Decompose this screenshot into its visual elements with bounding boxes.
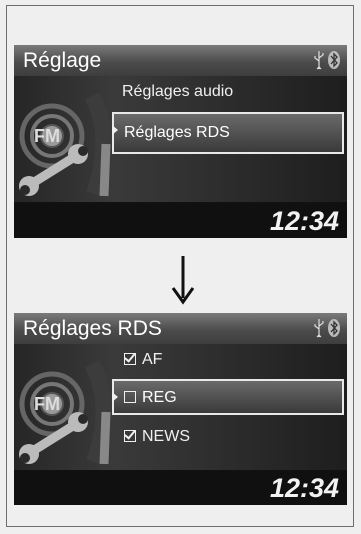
clock: 12:34 [269, 206, 339, 236]
selection-pointer-icon [112, 392, 118, 402]
checkbox-checked-icon[interactable] [124, 353, 136, 365]
settings-screen: Réglage FM Réglages audio Réglages RDS 1… [14, 45, 347, 238]
menu-item-label: Réglages RDS [124, 124, 230, 141]
bluetooth-icon [328, 51, 340, 69]
menu-item-rds-settings[interactable]: Réglages RDS [112, 112, 344, 154]
setup-icon-cluster: FM [19, 92, 112, 197]
usb-icon [314, 319, 324, 338]
option-reg[interactable]: REG [112, 379, 344, 415]
menu-item-audio-settings[interactable]: Réglages audio [122, 83, 233, 101]
checkbox-unchecked-icon[interactable] [124, 391, 136, 403]
checkbox-checked-icon[interactable] [124, 430, 136, 442]
option-af[interactable]: AF [124, 351, 162, 369]
down-arrow-icon [171, 256, 195, 305]
screen-title: Réglage [23, 49, 102, 72]
title-bar: Réglages RDS [14, 313, 347, 344]
clock-bar: 12:34 [14, 204, 347, 238]
fm-badge: FM [34, 126, 60, 146]
usb-icon [314, 51, 324, 70]
screen-title: Réglages RDS [23, 317, 162, 340]
status-icons [313, 50, 341, 70]
menu-area: FM AF REG NEWS [14, 344, 347, 470]
menu-item-label: Réglages audio [122, 83, 234, 100]
bluetooth-icon [328, 319, 340, 337]
option-label: REG [142, 389, 177, 406]
status-icons [313, 318, 341, 338]
clock-bar: 12:34 [14, 471, 347, 505]
clock: 12:34 [269, 473, 339, 503]
menu-area: FM Réglages audio Réglages RDS [14, 76, 347, 202]
selection-pointer-icon [112, 125, 118, 135]
rds-settings-screen: Réglages RDS FM AF REG NEWS 12:34 [14, 313, 347, 505]
title-bar: Réglage [14, 45, 347, 76]
option-label: NEWS [142, 428, 190, 445]
setup-icon-cluster: FM [19, 360, 112, 465]
option-label: AF [142, 351, 163, 368]
option-news[interactable]: NEWS [124, 428, 190, 446]
fm-badge: FM [34, 394, 60, 414]
